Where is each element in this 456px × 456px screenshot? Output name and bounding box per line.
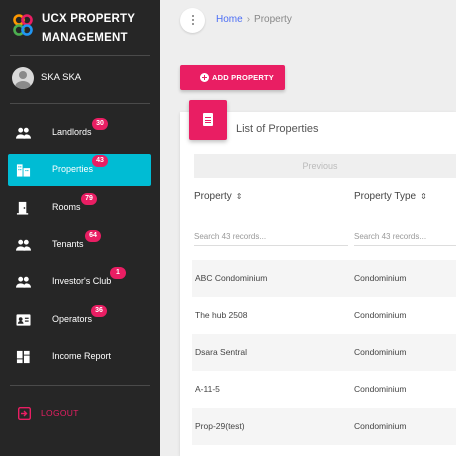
breadcrumb-separator: ›: [246, 14, 251, 25]
plus-circle-icon: [200, 73, 209, 82]
add-property-label: ADD PROPERTY: [212, 73, 274, 82]
cell-property: Dsara Sentral: [195, 347, 247, 357]
count-badge: 1: [110, 267, 126, 279]
door-icon: [16, 201, 29, 215]
divider: [10, 103, 150, 104]
avatar: [12, 67, 34, 89]
breadcrumb: Home › Property: [216, 14, 292, 25]
sort-icon: ⇕: [235, 192, 243, 201]
sidebar-item-label: Landlords: [52, 127, 92, 137]
people-icon: [16, 239, 31, 251]
count-badge: 30: [92, 118, 108, 130]
brand[interactable]: UCX PROPERTY MANAGEMENT: [0, 0, 160, 55]
cell-property-type: Condominium: [354, 310, 407, 320]
count-badge: 43: [92, 155, 108, 167]
sidebar-item-label: Operators: [52, 314, 93, 324]
table-row[interactable]: A-11-5 Condominium: [192, 371, 456, 408]
breadcrumb-home-link[interactable]: Home: [216, 14, 243, 25]
column-header-property[interactable]: Property ⇕: [194, 191, 243, 202]
sort-icon: ⇕: [420, 192, 427, 201]
app-title-line2: MANAGEMENT: [42, 32, 128, 44]
sidebar-item-operators[interactable]: Operators 36: [8, 304, 151, 336]
table-row[interactable]: ABC Condominium Condominium: [192, 260, 456, 297]
previous-page-button[interactable]: Previous: [194, 154, 456, 178]
people-icon: [16, 127, 31, 139]
id-card-icon: [16, 314, 31, 326]
sidebar: UCX PROPERTY MANAGEMENT SKA SKA Landlord…: [0, 0, 160, 456]
cell-property-type: Condominium: [354, 347, 407, 357]
cell-property: Prop-29(test): [195, 421, 245, 431]
cell-property: ABC Condominium: [195, 273, 268, 283]
sidebar-item-label: Properties: [52, 164, 94, 174]
sidebar-item-label: Tenants: [52, 239, 84, 249]
logout-label: LOGOUT: [41, 408, 79, 418]
column-header-label: Property: [194, 191, 232, 202]
add-property-button[interactable]: ADD PROPERTY: [180, 65, 285, 90]
sidebar-item-investors-club[interactable]: Investor's Club 1: [8, 266, 151, 298]
topbar: Home › Property: [160, 0, 456, 44]
sidebar-item-income-report[interactable]: Income Report: [8, 341, 151, 373]
count-badge: 64: [85, 230, 101, 242]
building-icon: [16, 164, 31, 177]
count-badge: 36: [91, 305, 107, 317]
user-name: SKA SKA: [41, 72, 82, 83]
column-header-property-type[interactable]: Property Type ⇕: [354, 191, 427, 202]
app-title: UCX PROPERTY MANAGEMENT: [42, 10, 154, 48]
cell-property-type: Condominium: [354, 384, 407, 394]
table-row[interactable]: Prop-29(test) Condominium: [192, 408, 456, 445]
cell-property-type: Condominium: [354, 273, 407, 283]
card-title: List of Properties: [236, 123, 319, 135]
cell-property-type: Condominium: [354, 421, 407, 431]
app-title-line1: UCX PROPERTY: [42, 13, 136, 25]
search-property-input[interactable]: [194, 228, 348, 246]
more-options-button[interactable]: [180, 8, 205, 33]
sidebar-item-label: Investor's Club: [52, 276, 112, 286]
sidebar-item-label: Rooms: [52, 202, 81, 212]
more-vertical-icon: [191, 15, 194, 26]
count-badge: 79: [81, 193, 97, 205]
app-logo-icon: [13, 14, 33, 36]
table-row[interactable]: Dsara Sentral Condominium: [192, 334, 456, 371]
logout-button[interactable]: LOGOUT: [8, 402, 151, 424]
clipboard-icon: [189, 100, 227, 140]
sidebar-item-rooms[interactable]: Rooms 79: [8, 192, 151, 224]
sidebar-item-label: Income Report: [52, 351, 112, 361]
sidebar-item-landlords[interactable]: Landlords 30: [8, 117, 151, 149]
sidebar-item-properties[interactable]: Properties 43: [8, 154, 151, 186]
table-row[interactable]: The hub 2508 Condominium: [192, 297, 456, 334]
column-header-label: Property Type: [354, 191, 417, 202]
breadcrumb-current: Property: [254, 14, 292, 25]
cell-property: The hub 2508: [195, 310, 248, 320]
divider: [10, 385, 150, 386]
search-property-type-input[interactable]: [354, 228, 456, 246]
user-profile[interactable]: SKA SKA: [0, 62, 160, 94]
logout-icon: [18, 407, 31, 420]
people-icon: [16, 276, 31, 288]
dashboard-icon: [16, 350, 30, 364]
cell-property: A-11-5: [195, 384, 220, 394]
sidebar-item-tenants[interactable]: Tenants 64: [8, 229, 151, 261]
divider: [10, 55, 150, 56]
